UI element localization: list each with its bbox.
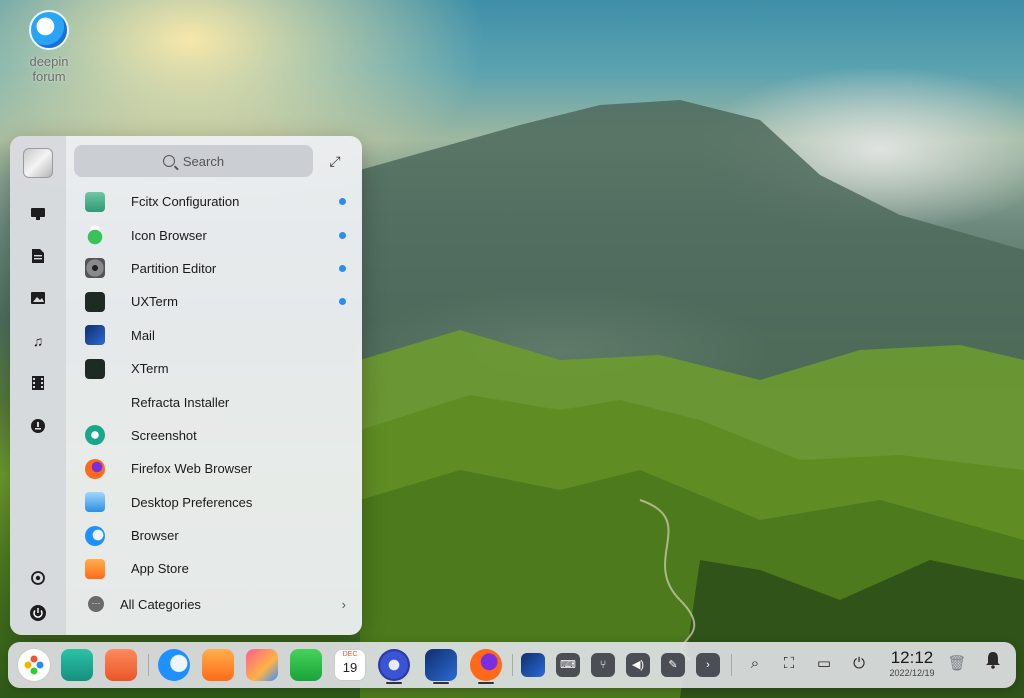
clock-date: 2022/12/19: [889, 668, 935, 678]
mail-tray-icon[interactable]: [521, 653, 545, 677]
new-app-indicator: [339, 264, 346, 272]
list-item[interactable]: Browser: [76, 519, 362, 552]
disk-icon: [85, 258, 105, 279]
keyboard-icon[interactable]: ⌨: [556, 653, 580, 677]
all-categories-button[interactable]: ··· All Categories ›: [76, 592, 362, 616]
power-icon[interactable]: ⏻: [846, 651, 872, 677]
computer-icon[interactable]: [28, 204, 48, 224]
dock: DEC 19 ⌨ ⑂ ◀) ✎ › ⌕ ⛶ ▭ ⏻ 12:12 2022/12/…: [8, 642, 1016, 688]
terminal-icon: [85, 358, 105, 379]
list-item[interactable]: Icon Browser: [76, 218, 362, 251]
settings-icon[interactable]: [28, 568, 48, 588]
image-icon[interactable]: [28, 288, 48, 308]
launcher-icon[interactable]: [18, 649, 50, 681]
dock-separator: [731, 654, 732, 676]
clock[interactable]: 12:12 2022/12/19: [882, 648, 942, 679]
more-icon: ···: [88, 596, 104, 612]
calendar-icon[interactable]: DEC 19: [334, 649, 366, 681]
download-icon[interactable]: [28, 416, 48, 436]
running-indicator: [386, 682, 402, 684]
dock-separator: [148, 654, 149, 676]
control-center-icon[interactable]: [378, 649, 410, 681]
app-store-icon: [85, 558, 105, 579]
installer-icon: [85, 392, 105, 412]
list-item[interactable]: Screenshot: [76, 419, 362, 452]
list-item[interactable]: App Store: [76, 552, 362, 585]
power-icon[interactable]: [28, 603, 48, 623]
keyboard-layout-icon[interactable]: ▭: [811, 651, 837, 677]
browser-icon: [85, 525, 105, 546]
desktop-preferences-icon: [85, 492, 105, 513]
search-icon: [162, 155, 175, 167]
desktop-icon-deepin-forum[interactable]: deepin forum: [22, 10, 76, 84]
list-item[interactable]: Partition Editor: [76, 252, 362, 285]
app-store-icon[interactable]: [202, 649, 234, 681]
dock-separator: [512, 654, 513, 676]
app-launcher: ♫ Search ⤢ Fcitx Configuration Icon Brow…: [10, 136, 362, 635]
running-indicator: [433, 682, 449, 684]
terminal-icon: [85, 291, 105, 312]
pen-icon[interactable]: ✎: [661, 653, 685, 677]
list-item[interactable]: Fcitx Configuration: [76, 185, 362, 218]
mail-icon: [85, 325, 105, 346]
music-player-icon[interactable]: [290, 649, 322, 681]
new-app-indicator: [339, 198, 346, 206]
chevron-right-icon: ›: [341, 596, 346, 612]
list-item[interactable]: Refracta Installer: [76, 385, 362, 418]
music-icon[interactable]: ♫: [28, 331, 48, 351]
new-app-indicator: [339, 231, 346, 239]
user-avatar[interactable]: [23, 148, 53, 178]
icon-browser-icon: [85, 225, 105, 246]
search-input[interactable]: Search: [74, 145, 313, 177]
firefox-icon: [85, 458, 105, 479]
app-list: Fcitx Configuration Icon Browser Partiti…: [76, 185, 362, 586]
list-item[interactable]: XTerm: [76, 352, 362, 385]
volume-icon[interactable]: ◀): [626, 653, 650, 677]
fullscreen-toggle-icon[interactable]: ⤢: [326, 152, 344, 170]
keyboard-config-icon: [85, 191, 105, 212]
browser-icon[interactable]: [158, 649, 190, 681]
multitasking-view-icon[interactable]: [61, 649, 93, 681]
screenshot-icon[interactable]: ⛶: [776, 651, 802, 677]
list-item[interactable]: Desktop Preferences: [76, 486, 362, 519]
trash-icon[interactable]: 🗑: [944, 651, 970, 677]
video-icon[interactable]: [28, 373, 48, 393]
mail-icon[interactable]: [425, 649, 457, 681]
new-app-indicator: [339, 298, 346, 306]
list-item[interactable]: UXTerm: [76, 285, 362, 318]
running-indicator: [478, 682, 494, 684]
firefox-icon[interactable]: [470, 649, 502, 681]
usb-icon[interactable]: ⑂: [591, 653, 615, 677]
search-icon[interactable]: ⌕: [742, 651, 768, 677]
desktop-icon-label: deepin forum: [29, 54, 69, 84]
camera-shutter-icon: [85, 425, 105, 446]
image-viewer-icon[interactable]: [246, 649, 278, 681]
list-item[interactable]: Mail: [76, 319, 362, 352]
chevron-right-icon[interactable]: ›: [696, 653, 720, 677]
clock-time: 12:12: [890, 648, 934, 667]
list-item[interactable]: Firefox Web Browser: [76, 452, 362, 485]
launcher-category-rail: ♫: [10, 136, 66, 635]
search-placeholder: Search: [182, 153, 225, 169]
deepin-logo-icon: [29, 10, 69, 50]
notification-bell-icon[interactable]: [980, 651, 1006, 677]
document-icon[interactable]: [28, 246, 48, 266]
workspace-icon[interactable]: [105, 649, 137, 681]
